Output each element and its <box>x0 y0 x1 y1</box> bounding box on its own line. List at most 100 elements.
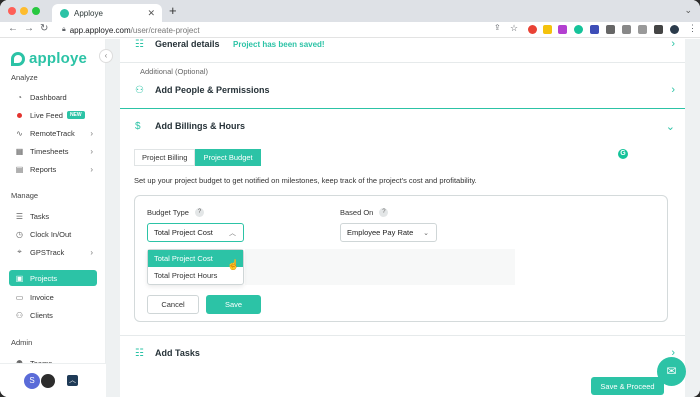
add-tasks-title: Add Tasks <box>155 348 200 358</box>
budget-type-label: Budget Type ? <box>147 208 204 217</box>
user-avatar[interactable]: S <box>24 373 40 389</box>
people-permissions-title: Add People & Permissions <box>155 85 270 95</box>
clients-icon: ⚇ <box>15 310 24 320</box>
main-content: ☷ General details Project has been saved… <box>106 38 700 397</box>
general-details-title: General details <box>155 39 220 49</box>
chevron-down-icon: ⌄ <box>423 229 429 237</box>
sidebar-item-dashboard[interactable]: ◔ Dashboard <box>9 89 97 105</box>
browser-tab[interactable]: Apploye ✕ <box>52 4 162 22</box>
billings-hours-title: Add Billings & Hours <box>155 121 245 131</box>
tab-search-chevron-icon[interactable]: ⌄ <box>684 5 692 16</box>
chevron-right-icon: › <box>90 247 93 257</box>
people-permissions-row[interactable]: ⚇ Add People & Permissions › <box>120 73 685 107</box>
cancel-button[interactable]: Cancel <box>147 295 199 314</box>
sidebar-item-invoice[interactable]: ▭ Invoice <box>9 289 97 305</box>
mouse-pointer-icon: ☝ <box>227 260 240 271</box>
dollar-icon: $ <box>135 120 141 132</box>
sidebar-item-label: Clock In/Out <box>30 229 72 239</box>
save-button[interactable]: Save <box>206 295 261 314</box>
chevron-up-icon[interactable]: ︿ <box>67 375 78 386</box>
sidebar-item-label: Projects <box>30 273 58 283</box>
user-plus-icon: ⚇ <box>135 84 144 96</box>
clock-icon: ◷ <box>16 229 23 239</box>
tab-project-billing[interactable]: Project Billing <box>134 149 196 166</box>
apploye-logo[interactable]: apploye <box>11 50 87 67</box>
sidebar-item-label: Live Feed <box>30 110 63 120</box>
create-project-card: ☷ General details Project has been saved… <box>120 38 685 397</box>
sidebar-item-live-feed[interactable]: Live Feed NEW <box>9 107 97 123</box>
sidebar-footer: S ︿ <box>0 363 106 397</box>
chevron-right-icon: › <box>90 146 93 156</box>
close-window-button[interactable] <box>8 7 16 15</box>
browser-window: Apploye ✕ + ⌄ ← → ↻ 🔒︎ app.apploye.com /… <box>0 0 700 397</box>
based-on-label: Based On ? <box>340 208 389 217</box>
based-on-value: Employee Pay Rate <box>347 228 414 237</box>
billings-hours-row[interactable]: $ Add Billings & Hours ⌄ <box>120 109 685 143</box>
sidebar-item-clients[interactable]: ⚇ Clients <box>9 307 97 323</box>
back-arrow-icon[interactable]: ← <box>8 23 18 34</box>
sidebar-item-label: RemoteTrack <box>30 128 75 138</box>
sidebar-item-label: Dashboard <box>30 92 67 102</box>
save-and-proceed-button[interactable]: Save & Proceed <box>591 377 664 395</box>
sidebar-item-tasks[interactable]: ☰ Tasks <box>9 208 97 224</box>
sidebar-item-label: Reports <box>30 164 57 174</box>
budget-form-box: Budget Type ? Total Project Cost ︿ Total… <box>134 195 668 322</box>
add-tasks-row[interactable]: ☷ Add Tasks › <box>120 336 685 370</box>
sidebar-item-label: Timesheets <box>30 146 69 156</box>
dashboard-icon: ◔ <box>17 92 22 102</box>
chevron-down-icon: ⌄ <box>665 120 675 133</box>
form-placeholder-area <box>245 249 515 285</box>
section-manage: Manage <box>11 191 39 200</box>
browser-menu-icon[interactable]: ⋮ <box>688 23 697 34</box>
maximize-window-button[interactable] <box>32 7 40 15</box>
sidebar: apploye Analyze ◔ Dashboard Live Feed NE… <box>0 39 106 397</box>
tab-close-icon[interactable]: ✕ <box>147 8 155 19</box>
tasks-icon: ☰ <box>15 211 24 221</box>
new-badge: NEW <box>66 111 85 119</box>
general-details-row[interactable]: ☷ General details Project has been saved… <box>120 27 685 61</box>
chevron-up-icon: ︿ <box>229 229 236 237</box>
collapse-sidebar-button[interactable]: ‹ <box>99 49 113 63</box>
map-pin-icon: ⌖ <box>17 247 22 256</box>
chevron-right-icon: › <box>671 38 675 50</box>
activity-icon: ∿ <box>16 128 23 138</box>
chevron-right-icon: › <box>90 128 93 138</box>
user-photo-avatar[interactable] <box>40 373 56 389</box>
section-analyze: Analyze <box>11 73 38 82</box>
sidebar-item-reports[interactable]: ▤ Reports › <box>9 161 97 177</box>
tab-project-budget[interactable]: Project Budget <box>195 149 261 166</box>
logo-text: apploye <box>29 50 88 67</box>
help-icon[interactable]: ? <box>194 208 204 217</box>
sidebar-item-timesheets[interactable]: ▦ Timesheets › <box>9 143 97 159</box>
sidebar-item-label: GPSTrack <box>30 247 65 257</box>
sidebar-item-gpstrack[interactable]: ⌖ GPSTrack › <box>9 244 97 260</box>
reload-icon[interactable]: ↻ <box>40 23 48 34</box>
chevron-right-icon: › <box>671 84 675 96</box>
grammarly-icon[interactable]: G <box>618 149 628 159</box>
tab-title: Apploye <box>74 8 103 18</box>
budget-type-select[interactable]: Total Project Cost ︿ <box>147 223 244 242</box>
reports-icon: ▤ <box>15 164 24 174</box>
browser-tabbar: Apploye ✕ + ⌄ <box>0 0 700 22</box>
minimize-window-button[interactable] <box>20 7 28 15</box>
forward-arrow-icon[interactable]: → <box>24 23 34 34</box>
saved-message: Project has been saved! <box>233 39 325 49</box>
apploye-favicon-icon <box>60 8 69 18</box>
section-admin: Admin <box>11 338 33 347</box>
calendar-icon: ▦ <box>15 146 24 156</box>
sidebar-item-projects[interactable]: ▣ Projects <box>9 270 97 286</box>
list-icon: ☷ <box>135 38 144 50</box>
sidebar-item-label: Invoice <box>30 292 54 302</box>
sidebar-item-clock-in-out[interactable]: ◷ Clock In/Out <box>9 226 97 242</box>
help-icon[interactable]: ? <box>379 208 389 217</box>
budget-type-value: Total Project Cost <box>154 228 213 237</box>
sidebar-item-remotetrack[interactable]: ∿ RemoteTrack › <box>9 125 97 141</box>
new-tab-button[interactable]: + <box>169 3 177 18</box>
lock-icon: 🔒︎ <box>62 26 66 33</box>
chat-icon[interactable]: ✉ <box>657 357 686 386</box>
based-on-select[interactable]: Employee Pay Rate ⌄ <box>340 223 437 242</box>
tasks-list-icon: ☷ <box>135 347 144 359</box>
live-dot-icon <box>14 111 25 120</box>
divider <box>120 62 685 63</box>
sidebar-item-label: Tasks <box>30 211 50 221</box>
